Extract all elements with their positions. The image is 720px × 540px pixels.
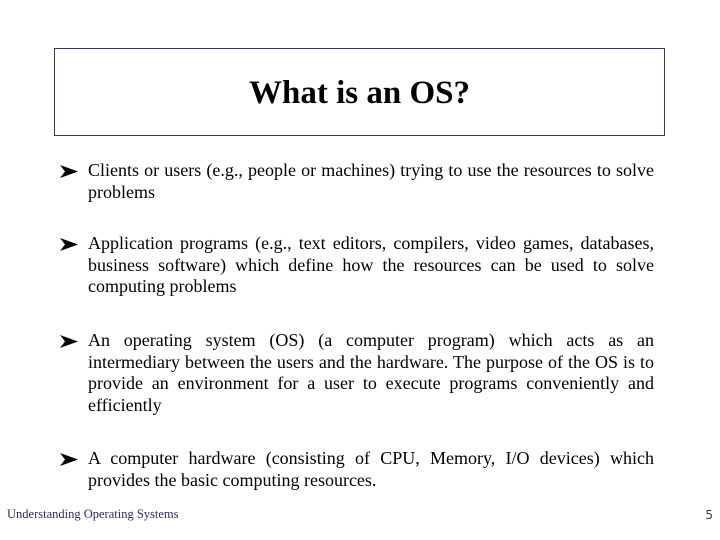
footer-course-title: Understanding Operating Systems — [7, 507, 179, 521]
bullet-text: Application programs (e.g., text editors… — [88, 233, 654, 296]
bullet-item: An operating system (OS) (a computer pro… — [60, 330, 654, 416]
page-number: 5 — [705, 508, 713, 522]
slide-title: What is an OS? — [249, 74, 470, 111]
arrowhead-bullet-icon — [60, 233, 88, 251]
bullet-text: An operating system (OS) (a computer pro… — [88, 330, 654, 415]
arrowhead-bullet-icon — [60, 448, 88, 466]
bullet-item: Application programs (e.g., text editors… — [60, 233, 654, 298]
arrowhead-bullet-icon — [60, 160, 88, 178]
bullet-item: Clients or users (e.g., people or machin… — [60, 160, 654, 203]
bullet-text: A computer hardware (consisting of CPU, … — [88, 448, 654, 490]
arrowhead-bullet-icon — [60, 330, 88, 348]
title-box: What is an OS? — [54, 48, 665, 136]
bullet-text: Clients or users (e.g., people or machin… — [88, 160, 654, 202]
bullet-item: A computer hardware (consisting of CPU, … — [60, 448, 654, 491]
